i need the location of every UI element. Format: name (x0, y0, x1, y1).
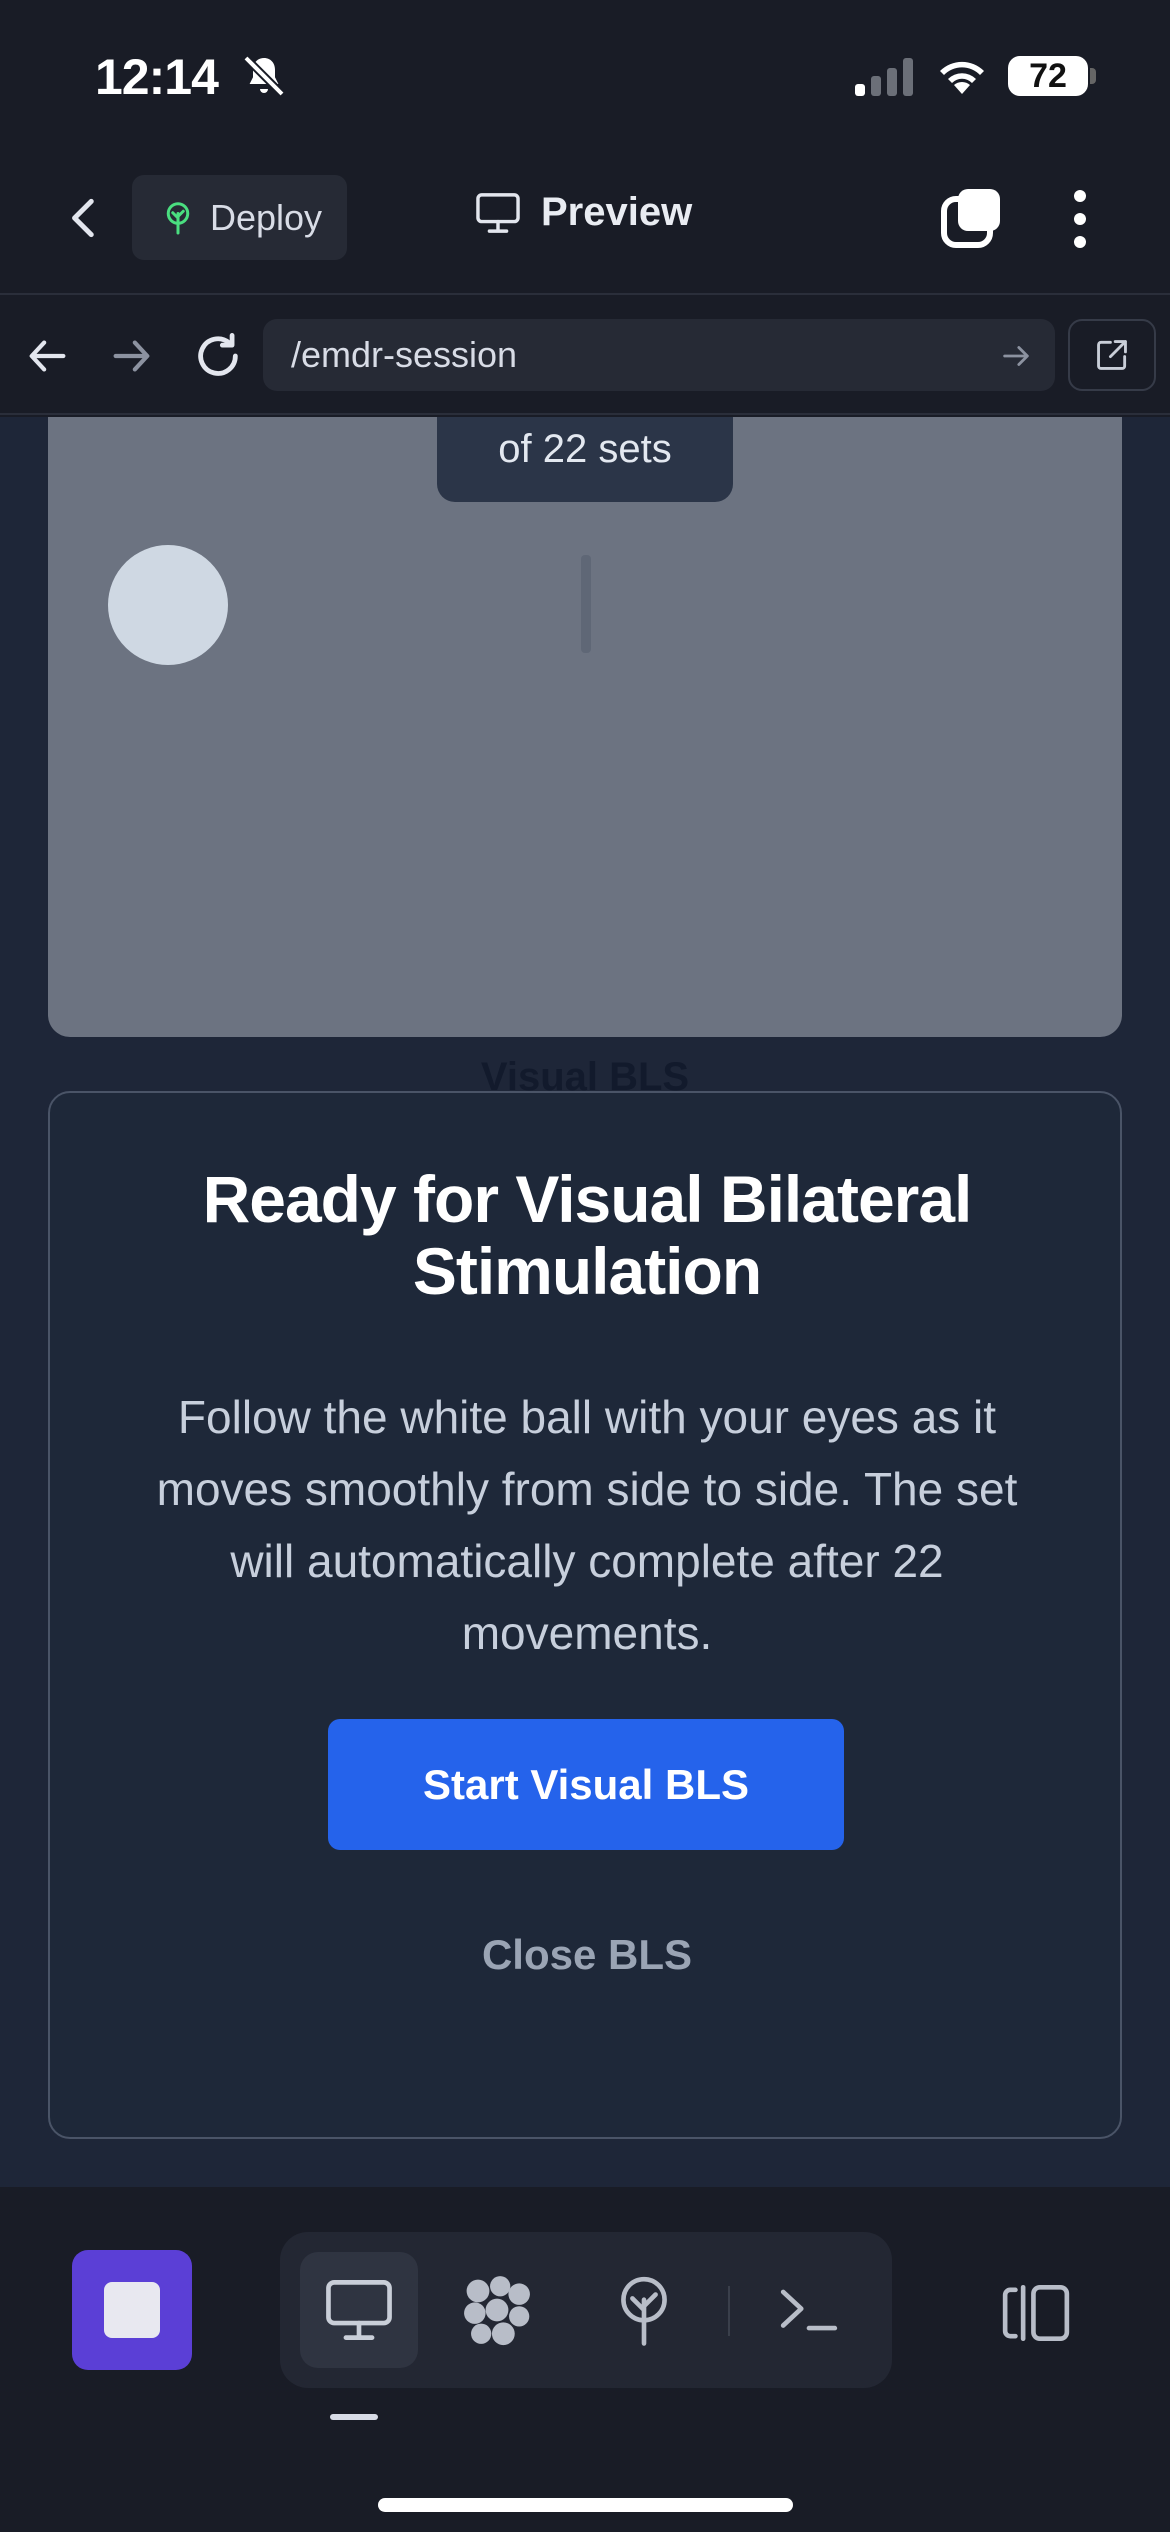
modal-description: Follow the white ball with your eyes as … (156, 1391, 1018, 1659)
deploy-tree-icon (621, 2276, 667, 2346)
dock-separator (728, 2286, 730, 2336)
bell-slash-icon (243, 55, 285, 97)
status-time: 12:14 (95, 49, 219, 105)
url-input[interactable]: /emdr-session (263, 319, 1055, 391)
dock-deploy-tab[interactable] (585, 2252, 703, 2368)
dock-terminal-tab[interactable] (750, 2252, 868, 2368)
terminal-icon (780, 2289, 838, 2331)
preview-label: Preview (541, 190, 693, 234)
tool-dock (280, 2232, 892, 2388)
open-external-button[interactable] (1068, 319, 1156, 391)
cellular-signal-icon (855, 58, 913, 96)
bls-modal: Ready for Visual Bilateral Stimulation F… (48, 1091, 1122, 2139)
modal-title: Ready for Visual Bilateral Stimulation (202, 1162, 973, 1308)
chevron-left-icon[interactable] (60, 193, 110, 243)
bottom-toolbar (0, 2188, 1170, 2532)
battery-icon: 72 (1008, 56, 1088, 96)
arrow-right-icon[interactable] (108, 333, 154, 379)
panel-toggle-icon[interactable] (1000, 2282, 1072, 2344)
start-visual-bls-button[interactable]: Start Visual BLS (328, 1719, 844, 1850)
start-button-label: Start Visual BLS (423, 1760, 749, 1808)
sets-counter: of 22 sets (437, 417, 733, 502)
sets-label: of 22 sets (498, 427, 672, 471)
dock-preview-tab[interactable] (300, 2252, 418, 2368)
deploy-tree-icon (166, 201, 190, 234)
external-link-icon (1097, 340, 1127, 370)
go-arrow-icon[interactable] (999, 339, 1033, 373)
more-vertical-icon[interactable] (1065, 188, 1095, 250)
arrow-left-icon[interactable] (25, 333, 71, 379)
preview-title: Preview (475, 190, 692, 235)
dock-workspace-tab[interactable] (438, 2252, 556, 2368)
cubes-icon (464, 2276, 530, 2346)
bls-ball (108, 545, 228, 665)
home-indicator[interactable] (378, 2498, 793, 2512)
monitor-icon (476, 192, 520, 233)
tabs-icon[interactable] (940, 187, 1002, 249)
active-tab-indicator (330, 2414, 378, 2420)
battery-cap (1090, 68, 1096, 84)
stop-icon (104, 2282, 160, 2338)
url-bar: /emdr-session (0, 297, 1170, 415)
app-bar: Deploy Preview (0, 150, 1170, 295)
web-content: of 22 sets Visual BLS Ready for Visual B… (0, 417, 1170, 2187)
monitor-icon (326, 2280, 392, 2340)
stop-button[interactable] (72, 2250, 192, 2370)
reload-icon[interactable] (192, 330, 244, 382)
close-bls-button[interactable]: Close BLS (50, 1931, 1124, 1979)
wifi-icon (940, 61, 984, 94)
bls-stage: of 22 sets (48, 417, 1122, 1037)
center-marker (581, 555, 591, 653)
deploy-button[interactable]: Deploy (132, 175, 347, 260)
status-bar: 12:14 72 (0, 0, 1170, 150)
deploy-label: Deploy (210, 196, 323, 238)
url-text: /emdr-session (291, 334, 518, 375)
